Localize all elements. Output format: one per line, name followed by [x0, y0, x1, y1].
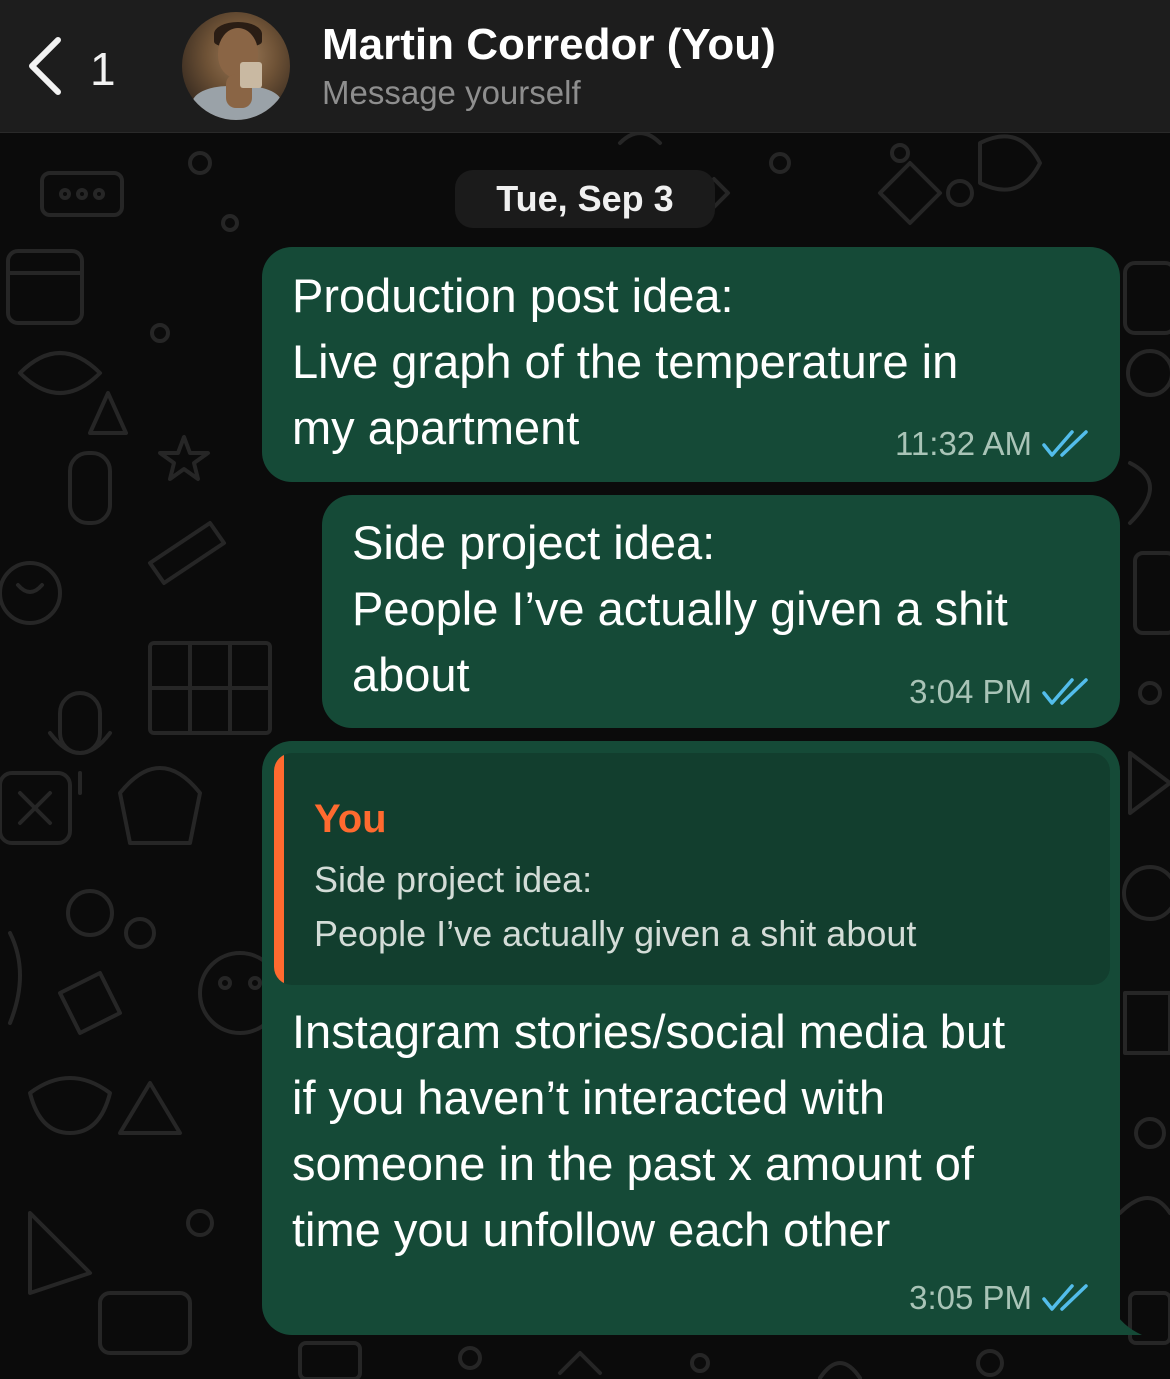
double-check-icon	[1042, 678, 1088, 705]
message-text: Production post idea: Live graph of the …	[292, 269, 959, 454]
message-bubble[interactable]: Side project idea: People I’ve actually …	[322, 495, 1120, 728]
contact-subtitle: Message yourself	[322, 74, 581, 111]
date-divider: Tue, Sep 3	[455, 170, 715, 228]
message-time: 3:04 PM	[909, 673, 1032, 710]
message-text: Instagram stories/social media but if yo…	[292, 1005, 1006, 1256]
double-check-icon	[1042, 1284, 1088, 1311]
contact-name[interactable]: Martin Corredor (You)	[322, 20, 776, 70]
message-bubble[interactable]: Production post idea: Live graph of the …	[262, 247, 1120, 482]
quote-accent-bar	[274, 753, 284, 985]
message-bubble[interactable]: You Side project idea: People I’ve actua…	[262, 741, 1120, 1335]
message-meta: 3:04 PM	[909, 673, 1090, 711]
chat-header: 1 Martin Corredor (You) Message yourself	[0, 0, 1170, 133]
message-time: 3:05 PM	[909, 1279, 1032, 1316]
message-time: 11:32 AM	[895, 425, 1032, 462]
bubble-tail	[1108, 1308, 1142, 1335]
avatar[interactable]	[182, 12, 290, 120]
quote-text: Side project idea: People I’ve actually …	[314, 859, 917, 954]
quoted-message[interactable]: You Side project idea: People I’ve actua…	[274, 753, 1110, 985]
quote-author: You	[314, 797, 387, 841]
chevron-left-icon	[29, 37, 61, 95]
double-check-icon	[1042, 430, 1088, 457]
message-meta: 3:05 PM	[909, 1279, 1090, 1317]
unread-count: 1	[90, 43, 116, 95]
back-button[interactable]: 1	[20, 30, 130, 102]
message-meta: 11:32 AM	[895, 425, 1090, 463]
